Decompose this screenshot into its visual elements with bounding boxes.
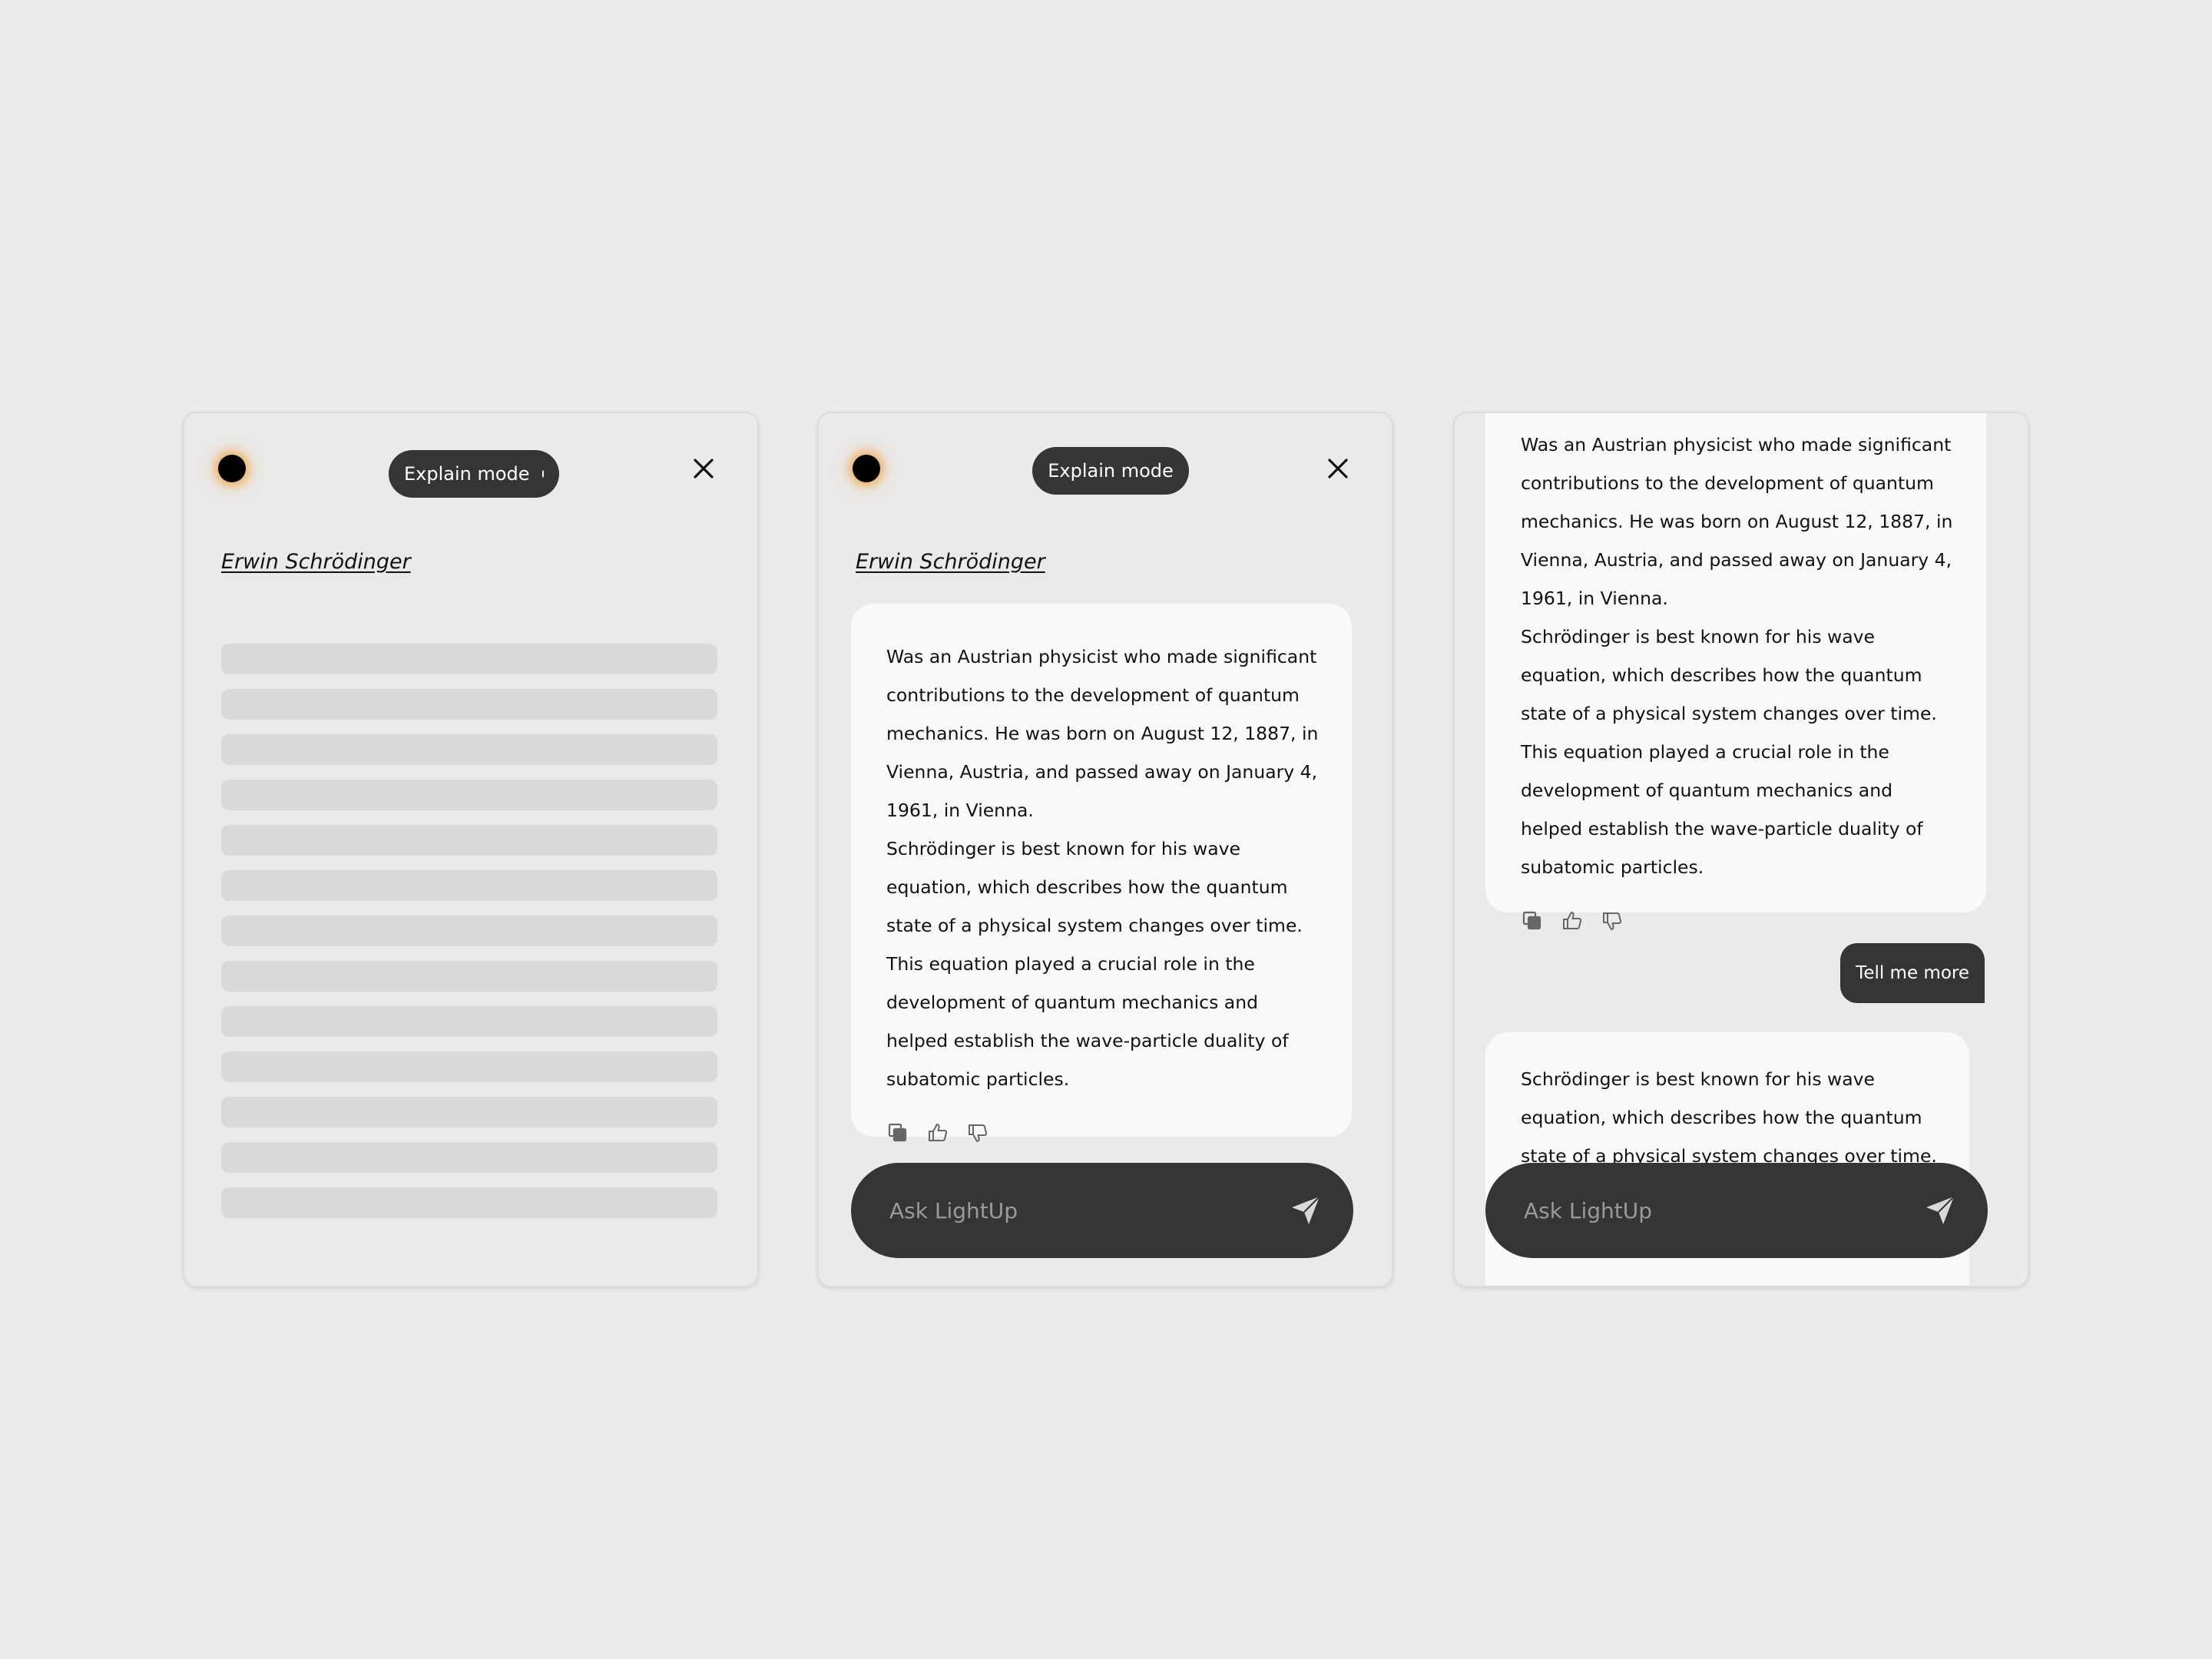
- ask-input[interactable]: [1524, 1197, 1923, 1224]
- mode-indicator-dot-icon: [541, 470, 544, 478]
- thumbs-up-icon[interactable]: [1561, 909, 1584, 932]
- answer-text: Was an Austrian physicist who made signi…: [1521, 426, 1955, 886]
- thumbs-up-icon[interactable]: [926, 1121, 949, 1144]
- answer-actions: [886, 1121, 1321, 1144]
- skeleton-line: [221, 1006, 717, 1037]
- subject-link[interactable]: Erwin Schrödinger: [221, 550, 411, 574]
- skeleton-line: [221, 916, 717, 946]
- skeleton-line: [221, 689, 717, 720]
- answer-paragraph: Schrödinger is best known for his wave e…: [886, 838, 1303, 1090]
- skeleton-line: [221, 780, 717, 810]
- answer-text: Was an Austrian physicist who made signi…: [886, 637, 1321, 1098]
- close-icon[interactable]: [1323, 453, 1353, 484]
- thumbs-down-icon[interactable]: [966, 1121, 989, 1144]
- ask-bar: [1485, 1163, 1988, 1258]
- skeleton-line: [221, 1051, 717, 1082]
- glow-orb-icon: [218, 455, 246, 482]
- skeleton-line: [221, 1142, 717, 1173]
- answer-actions: [1521, 909, 1955, 932]
- skeleton-line: [221, 870, 717, 901]
- send-icon[interactable]: [1923, 1194, 1957, 1227]
- copy-icon[interactable]: [1521, 909, 1544, 932]
- skeleton-line: [221, 1187, 717, 1218]
- explain-mode-label: Explain mode: [1048, 460, 1174, 482]
- skeleton-line: [221, 825, 717, 856]
- thumbs-down-icon[interactable]: [1601, 909, 1624, 932]
- lightup-panel-loading: Explain mode Erwin Schrödinger: [183, 412, 759, 1287]
- answer-paragraph: Was an Austrian physicist who made signi…: [1521, 434, 1953, 609]
- ask-input[interactable]: [889, 1197, 1289, 1224]
- explain-mode-toggle[interactable]: Explain mode: [389, 450, 559, 498]
- explain-mode-toggle[interactable]: Explain mode: [1032, 447, 1189, 495]
- answer-paragraph: Was an Austrian physicist who made signi…: [886, 646, 1319, 821]
- explain-mode-label: Explain mode: [404, 463, 530, 485]
- answer-card: Was an Austrian physicist who made signi…: [1485, 413, 1986, 930]
- lightup-panel-followup: Was an Austrian physicist who made signi…: [1453, 412, 2029, 1287]
- glow-orb-icon: [853, 455, 880, 482]
- subject-link[interactable]: Erwin Schrödinger: [856, 550, 1045, 574]
- close-icon[interactable]: [688, 453, 719, 484]
- user-message-bubble: Tell me more: [1840, 943, 1985, 1003]
- answer-card: Was an Austrian physicist who made signi…: [851, 604, 1352, 1142]
- answer-paragraph: Schrödinger is best known for his wave e…: [1521, 626, 1937, 878]
- ask-bar: [851, 1163, 1353, 1258]
- skeleton-line: [221, 1097, 717, 1128]
- copy-icon[interactable]: [886, 1121, 909, 1144]
- lightup-panel-answer: Explain mode Erwin Schrödinger Was an Au…: [817, 412, 1393, 1287]
- skeleton-line: [221, 734, 717, 765]
- skeleton-line: [221, 644, 717, 674]
- send-icon[interactable]: [1289, 1194, 1323, 1227]
- skeleton-line: [221, 961, 717, 992]
